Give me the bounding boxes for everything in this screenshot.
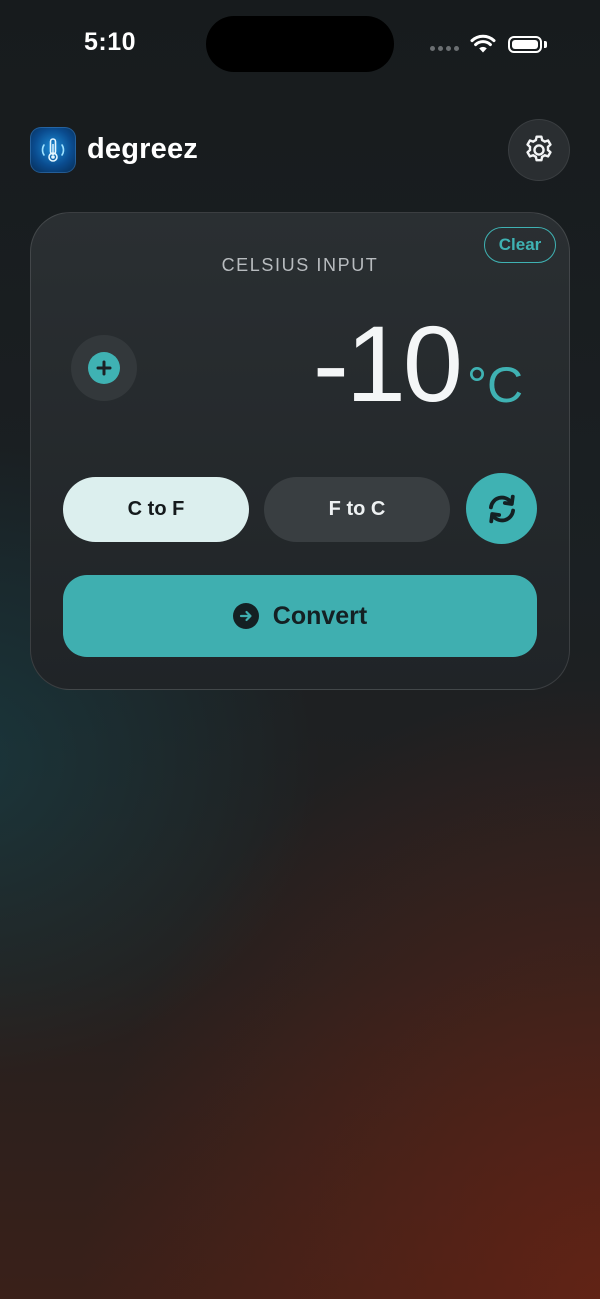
unit-label: °C: [467, 357, 524, 413]
swap-button[interactable]: [466, 473, 537, 544]
status-time: 5:10: [84, 28, 137, 56]
gear-icon: [526, 135, 552, 162]
refresh-icon: [488, 494, 515, 523]
arrow-right-icon: [232, 603, 259, 629]
input-label: CELSIUS INPUT: [221, 255, 379, 275]
app-title: degreez: [87, 133, 198, 165]
settings-button[interactable]: [508, 119, 570, 181]
convert-label: Convert: [272, 601, 368, 630]
convert-button[interactable]: Convert: [63, 575, 537, 657]
wifi-icon: [470, 34, 496, 53]
plus-icon: [88, 352, 120, 384]
dynamic-island: [206, 16, 394, 72]
temperature-value[interactable]: -10: [290, 310, 463, 418]
thermometer-icon: [30, 127, 76, 173]
increment-button[interactable]: [71, 335, 137, 401]
battery-icon: [508, 36, 542, 53]
battery-cap: [544, 41, 547, 48]
mode-c-to-f-button[interactable]: C to F: [63, 477, 249, 542]
cellular-signal-icon: [430, 44, 460, 52]
mode-f-to-c-button[interactable]: F to C: [264, 477, 450, 542]
